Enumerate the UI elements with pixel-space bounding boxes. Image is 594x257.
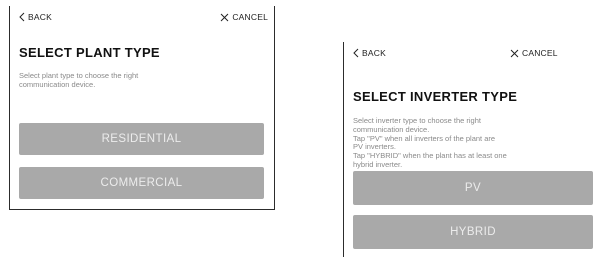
- pv-button[interactable]: PV: [353, 171, 593, 205]
- close-icon: [220, 13, 229, 22]
- page-title: SELECT INVERTER TYPE: [353, 89, 518, 104]
- back-label: BACK: [28, 12, 52, 22]
- description-line: hybrid inverter.: [353, 159, 403, 169]
- commercial-button[interactable]: COMMERCIAL: [19, 167, 264, 199]
- description-line: communication device.: [19, 79, 96, 89]
- cancel-label: CANCEL: [232, 12, 268, 22]
- page-description: Select plant type to choose the right co…: [19, 71, 219, 90]
- close-icon: [510, 49, 519, 58]
- cancel-button[interactable]: CANCEL: [510, 48, 558, 58]
- page-title: SELECT PLANT TYPE: [19, 45, 160, 60]
- chevron-left-icon: [19, 12, 25, 22]
- back-button[interactable]: BACK: [353, 48, 386, 58]
- cancel-button[interactable]: CANCEL: [220, 12, 268, 22]
- inverter-type-screen: BACK CANCEL SELECT INVERTER TYPE Select …: [343, 42, 594, 257]
- chevron-left-icon: [353, 48, 359, 58]
- back-button[interactable]: BACK: [19, 12, 52, 22]
- cancel-label: CANCEL: [522, 48, 558, 58]
- back-label: BACK: [362, 48, 386, 58]
- page-description: Select inverter type to choose the right…: [353, 116, 513, 170]
- plant-type-screen: BACK CANCEL SELECT PLANT TYPE Select pla…: [9, 6, 275, 210]
- hybrid-button[interactable]: HYBRID: [353, 215, 593, 249]
- top-bar: BACK CANCEL: [344, 42, 594, 64]
- top-bar: BACK CANCEL: [10, 6, 274, 28]
- residential-button[interactable]: RESIDENTIAL: [19, 123, 264, 155]
